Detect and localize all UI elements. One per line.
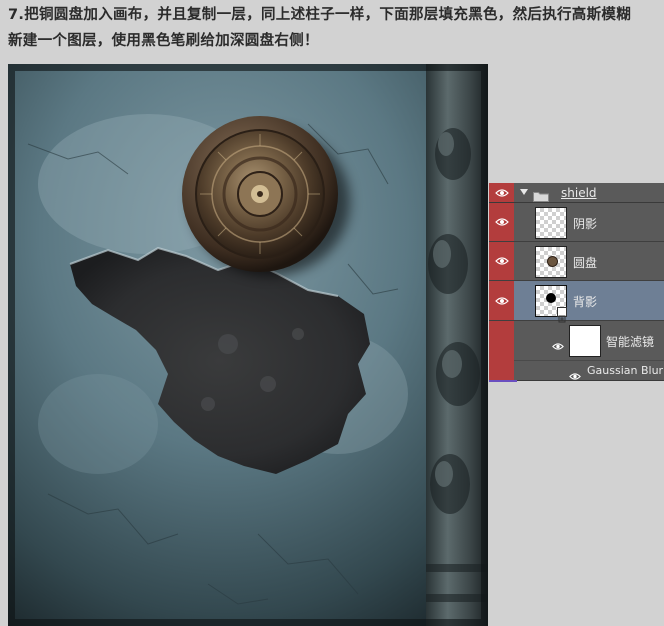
instruction-line-1: 7.把铜圆盘加入画布，并且复制一层，同上述柱子一样，下面那层填充黑色，然后执行高… xyxy=(8,7,631,23)
layer-group-shield[interactable]: shield xyxy=(489,183,664,203)
layer-row-back-shadow[interactable]: 背影 xyxy=(489,281,664,323)
visibility-toggle-shield[interactable] xyxy=(489,183,514,202)
filter-name: Gaussian Blur xyxy=(587,364,664,377)
disclosure-triangle-icon[interactable] xyxy=(520,189,528,195)
eye-icon xyxy=(494,188,509,197)
eye-icon xyxy=(494,257,509,265)
document-canvas[interactable] xyxy=(8,64,488,626)
layer-thumbnail xyxy=(535,285,567,323)
layer-thumbnail xyxy=(535,207,567,239)
smart-filters-label: 智能滤镜 xyxy=(606,335,655,349)
bronze-shield xyxy=(182,116,338,272)
eye-icon[interactable] xyxy=(569,366,581,385)
instruction-text: 7.把铜圆盘加入画布，并且复制一层，同上述柱子一样，下面那层填充黑色，然后执行高… xyxy=(8,2,658,54)
smart-filters-row[interactable]: 智能滤镜 xyxy=(489,321,664,380)
black-disc-thumb-icon xyxy=(546,293,556,303)
layer-row-disc[interactable]: 圆盘 xyxy=(489,242,664,281)
panel-accent-line xyxy=(489,380,517,382)
eye-icon xyxy=(494,296,509,305)
visibility-toggle-back-shadow[interactable] xyxy=(489,281,514,320)
layer-name: 背影 xyxy=(573,295,598,309)
eye-icon xyxy=(494,218,509,226)
folder-icon xyxy=(533,187,549,202)
group-name: shield xyxy=(561,186,597,200)
instruction-line-2: 新建一个图层，使用黑色笔刷给加深圆盘右侧！ xyxy=(8,33,319,49)
layer-name: 圆盘 xyxy=(573,256,598,270)
shield-thumb-icon xyxy=(547,256,558,267)
filter-row-gaussian-blur[interactable]: Gaussian Blur xyxy=(489,361,664,380)
canvas-artwork xyxy=(8,64,488,626)
layer-name: 阴影 xyxy=(573,217,598,231)
visibility-toggle-disc[interactable] xyxy=(489,242,514,280)
smart-object-icon xyxy=(557,307,567,323)
visibility-toggle-shadow[interactable] xyxy=(489,203,514,241)
layer-thumbnail xyxy=(535,246,567,278)
layer-row-shadow[interactable]: 阴影 xyxy=(489,203,664,242)
eye-icon[interactable] xyxy=(552,336,564,355)
layers-panel: shield 阴影 圆盘 背影 智能滤镜 Gaussian Blur xyxy=(489,183,664,381)
filter-mask-thumbnail xyxy=(569,325,601,357)
